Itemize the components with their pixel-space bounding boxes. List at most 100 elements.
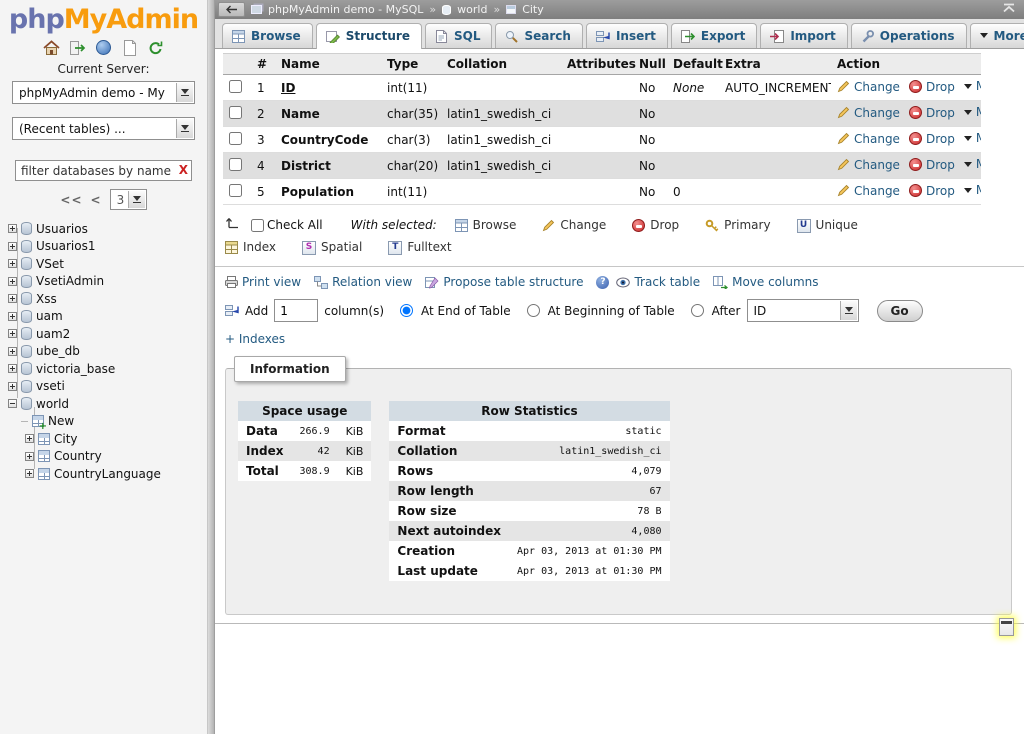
after-column-select[interactable]: ID — [747, 299, 859, 322]
more-link[interactable]: More — [964, 105, 981, 119]
expand-icon[interactable] — [8, 277, 17, 286]
after-radio[interactable] — [691, 304, 704, 317]
tab-insert[interactable]: Insert — [586, 23, 668, 48]
at-end-label[interactable]: At End of Table — [421, 304, 511, 318]
sidebar-db-vset[interactable]: VSet — [8, 255, 207, 273]
expand-icon[interactable] — [25, 434, 34, 443]
scroll-top-icon[interactable] — [1002, 3, 1016, 16]
relation-view-link[interactable]: Relation view — [314, 275, 412, 289]
selected-browse-button[interactable]: Browse — [455, 215, 517, 236]
after-label[interactable]: After — [712, 304, 741, 318]
expand-icon[interactable] — [8, 259, 17, 268]
sidebar-db-uam2[interactable]: uam2 — [8, 325, 207, 343]
tab-sql[interactable]: SQL — [425, 23, 493, 48]
expand-icon[interactable] — [8, 347, 17, 356]
mysql-docs-icon[interactable] — [121, 39, 138, 56]
change-link[interactable]: Change — [837, 106, 900, 120]
go-button[interactable]: Go — [877, 300, 923, 322]
tab-search[interactable]: Search — [495, 23, 582, 48]
col-type[interactable]: Type — [381, 54, 441, 75]
sidebar-db-world[interactable]: world — [8, 395, 207, 413]
sidebar-db-xss[interactable]: Xss — [8, 290, 207, 308]
sidebar-table-country[interactable]: Country — [8, 448, 207, 466]
sidebar-db-ube-db[interactable]: ube_db — [8, 343, 207, 361]
more-link[interactable]: More — [964, 157, 981, 171]
tab-more[interactable]: More — [970, 23, 1024, 48]
tab-browse[interactable]: Browse — [222, 23, 313, 48]
expand-icon[interactable] — [8, 242, 17, 251]
sidebar-table-new[interactable]: New — [8, 413, 207, 431]
change-link[interactable]: Change — [837, 158, 900, 172]
check-all-checkbox[interactable] — [251, 219, 264, 232]
sidebar-db-vseti[interactable]: vseti — [8, 378, 207, 396]
expand-icon[interactable] — [8, 312, 17, 321]
panel-resizer[interactable] — [207, 0, 215, 734]
sidebar-table-countrylanguage[interactable]: CountryLanguage — [8, 465, 207, 483]
page-back-link[interactable]: < — [91, 193, 102, 207]
row-checkbox[interactable] — [229, 184, 242, 197]
column-count-input[interactable] — [274, 299, 318, 322]
drop-link[interactable]: Drop — [909, 132, 955, 146]
track-table-link[interactable]: Track table — [616, 275, 700, 289]
col-default[interactable]: Default — [667, 54, 719, 75]
change-link[interactable]: Change — [837, 184, 900, 198]
at-beginning-label[interactable]: At Beginning of Table — [548, 304, 675, 318]
drop-link[interactable]: Drop — [909, 158, 955, 172]
at-beginning-radio[interactable] — [527, 304, 540, 317]
selected-primary-button[interactable]: Primary — [705, 215, 770, 236]
sidebar-table-city[interactable]: City — [8, 430, 207, 448]
row-checkbox[interactable] — [229, 106, 242, 119]
expand-icon[interactable] — [8, 382, 17, 391]
phpmyadmin-logo[interactable]: phpMyAdmin — [0, 3, 207, 37]
drop-link[interactable]: Drop — [909, 106, 955, 120]
page-select[interactable]: 3 — [110, 189, 147, 210]
expand-icon[interactable] — [8, 364, 17, 373]
server-select[interactable]: phpMyAdmin demo - My — [12, 81, 195, 104]
drop-link[interactable]: Drop — [909, 184, 955, 198]
print-view-link[interactable]: Print view — [225, 275, 301, 289]
expand-icon[interactable] — [25, 469, 34, 478]
open-new-window-icon[interactable] — [999, 618, 1014, 636]
tab-operations[interactable]: Operations — [851, 23, 967, 48]
tab-import[interactable]: Import — [760, 23, 847, 48]
col-collation[interactable]: Collation — [441, 54, 561, 75]
sidebar-db-usuarios[interactable]: Usuarios — [8, 220, 207, 238]
selected-unique-button[interactable]: UUnique — [797, 215, 858, 236]
tab-structure[interactable]: Structure — [316, 23, 422, 49]
sidebar-db-usuarios1[interactable]: Usuarios1 — [8, 238, 207, 256]
selected-change-button[interactable]: Change — [542, 215, 606, 236]
change-link[interactable]: Change — [837, 132, 900, 146]
drop-link[interactable]: Drop — [909, 80, 955, 94]
col-extra[interactable]: Extra — [719, 54, 831, 75]
clear-filter-icon[interactable]: X — [179, 163, 188, 177]
filter-databases-input[interactable] — [15, 160, 192, 181]
selected-spatial-button[interactable]: SSpatial — [302, 237, 362, 258]
selected-fulltext-button[interactable]: TFulltext — [388, 237, 451, 258]
selected-drop-button[interactable]: Drop — [632, 215, 679, 236]
sidebar-db-victoria-base[interactable]: victoria_base — [8, 360, 207, 378]
check-all-label[interactable]: Check All — [267, 215, 323, 236]
breadcrumb-table[interactable]: City — [522, 3, 544, 16]
selected-index-button[interactable]: Index — [225, 237, 276, 258]
expand-icon[interactable] — [8, 329, 17, 338]
expand-icon[interactable] — [25, 452, 34, 461]
change-link[interactable]: Change — [837, 80, 900, 94]
indexes-toggle-link[interactable]: + Indexes — [225, 332, 285, 346]
back-button[interactable] — [218, 2, 245, 17]
recent-tables-select[interactable]: (Recent tables) ... — [12, 117, 195, 140]
col-null[interactable]: Null — [633, 54, 667, 75]
logout-icon[interactable] — [69, 39, 86, 56]
at-end-radio[interactable] — [400, 304, 413, 317]
expand-icon[interactable] — [8, 294, 17, 303]
help-icon[interactable] — [596, 276, 609, 289]
docs-icon[interactable] — [95, 39, 112, 56]
reload-icon[interactable] — [147, 39, 164, 56]
more-link[interactable]: More — [964, 183, 981, 197]
col-num[interactable]: # — [251, 54, 275, 75]
propose-table-structure-link[interactable]: Propose table structure — [425, 275, 583, 289]
breadcrumb-database[interactable]: world — [457, 3, 487, 16]
expand-icon[interactable] — [8, 224, 17, 233]
col-name[interactable]: Name — [275, 54, 381, 75]
col-attributes[interactable]: Attributes — [561, 54, 633, 75]
tab-export[interactable]: Export — [671, 23, 757, 48]
